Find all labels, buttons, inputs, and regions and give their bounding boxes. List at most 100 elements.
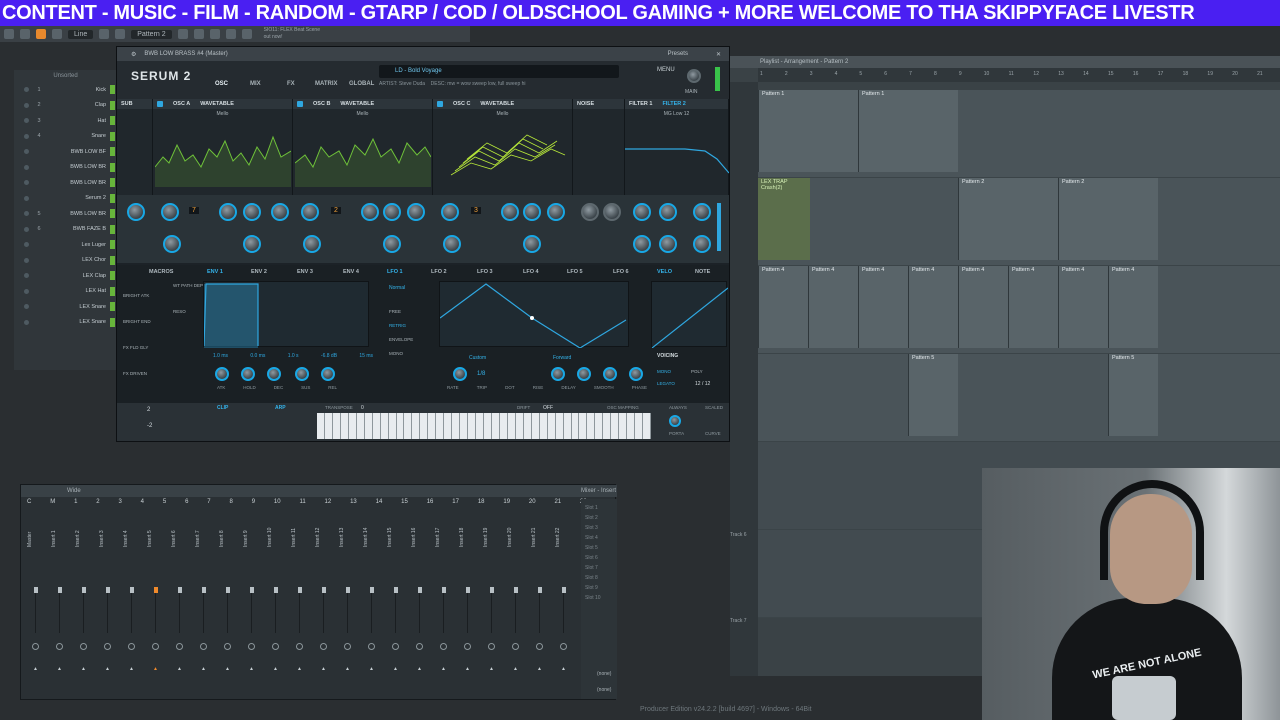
output-none-1[interactable]: (none) [597, 671, 611, 677]
channel-row[interactable]: LEX Clap [14, 268, 117, 284]
route-arrow-icon[interactable]: ▲ [57, 666, 69, 672]
voice-count[interactable]: 12 / 12 [695, 381, 710, 387]
osc-c-unison-value[interactable]: 3 [471, 207, 481, 214]
piano-key[interactable] [595, 413, 604, 439]
filter-fat-knob[interactable] [659, 235, 677, 253]
mixer-strip[interactable]: Insert 12 ▲ [315, 513, 333, 693]
channel-row[interactable]: 6 BWB FAZE B [14, 222, 117, 238]
mixer-strip[interactable]: Insert 7 ▲ [195, 513, 213, 693]
channel-row[interactable]: 3 Hat [14, 113, 117, 129]
channel-mute-led[interactable] [24, 226, 29, 232]
osc-c-wavetable[interactable]: Mello [433, 111, 572, 117]
tab-global[interactable]: GLOBAL [349, 81, 374, 87]
channel-mute-led[interactable] [24, 195, 29, 201]
playlist-lane-3[interactable]: Pattern 4 Pattern 4 Pattern 4 Pattern 4 … [758, 266, 1280, 354]
piano-key[interactable] [563, 413, 572, 439]
route-arrow-icon[interactable]: ▲ [345, 666, 357, 672]
tab-env3[interactable]: ENV 3 [297, 269, 313, 275]
channel-name-button[interactable]: LEX Hat [46, 288, 110, 294]
filter-type[interactable]: MG Low 12 [625, 111, 728, 117]
piano-key[interactable] [436, 413, 445, 439]
piano-key[interactable] [603, 413, 612, 439]
filter-cutoff-knob[interactable] [633, 203, 651, 221]
osc-b-blend-knob[interactable] [383, 203, 401, 221]
osc-c-type[interactable]: WAVETABLE [480, 99, 514, 109]
mixer-view-mode[interactable]: Wide [67, 488, 81, 494]
osc-a-warp-knob[interactable] [243, 235, 261, 253]
route-arrow-icon[interactable]: ▲ [465, 666, 477, 672]
piano-key[interactable] [348, 413, 357, 439]
osc-c-level-knob[interactable] [443, 235, 461, 253]
tab-macros[interactable]: MACROS [149, 269, 173, 275]
piano-key[interactable] [539, 413, 548, 439]
channel-rack-icon[interactable] [225, 29, 236, 39]
mixer-strip[interactable]: Master ▲ [27, 513, 45, 693]
pan-knob[interactable] [392, 643, 399, 650]
pan-knob[interactable] [128, 643, 135, 650]
channel-select-indicator[interactable] [110, 85, 115, 95]
osc-b-level-knob[interactable] [303, 235, 321, 253]
channel-select-indicator[interactable] [110, 271, 115, 281]
macro-3-label[interactable]: BRIGHT END [123, 309, 199, 335]
lfo-rate-value[interactable]: 1/8 [477, 371, 485, 377]
channel-name-button[interactable]: Snare [46, 133, 110, 139]
route-arrow-icon[interactable]: ▲ [81, 666, 93, 672]
route-arrow-icon[interactable]: ▲ [393, 666, 405, 672]
pitch-bend-up[interactable]: 2 [147, 407, 150, 413]
osc-a-blend-knob[interactable] [243, 203, 261, 221]
pattern-clip[interactable]: Pattern 4 [858, 266, 908, 348]
pattern-clip[interactable]: Pattern 4 [1108, 266, 1158, 348]
playlist-ruler[interactable]: 1 2 3 4 5 6 7 8 9 10 11 12 13 14 15 16 17 18 19 20 21 [758, 68, 1280, 82]
route-arrow-icon[interactable]: ▲ [273, 666, 285, 672]
piano-key[interactable] [523, 413, 532, 439]
master-volume-knob[interactable] [687, 69, 701, 83]
pattern-clip[interactable]: Pattern 5 [1108, 354, 1158, 436]
tab-lfo4[interactable]: LFO 4 [523, 269, 539, 275]
channel-mute-led[interactable] [24, 149, 29, 155]
pattern-clip[interactable]: Pattern 5 [908, 354, 958, 436]
insert-slot[interactable]: Slot 7 [585, 563, 613, 573]
piano-key[interactable] [507, 413, 516, 439]
pattern-clip[interactable]: Pattern 1 [758, 90, 858, 172]
filter-drive-knob[interactable] [633, 235, 651, 253]
pan-knob[interactable] [536, 643, 543, 650]
mixer-strip[interactable]: Insert 19 ▲ [483, 513, 501, 693]
osc-c-detune-knob[interactable] [501, 203, 519, 221]
osc-c-blend-knob[interactable] [523, 203, 541, 221]
mixer-strip[interactable]: Insert 15 ▲ [387, 513, 405, 693]
route-arrow-icon[interactable]: ▲ [225, 666, 237, 672]
osc-a-level-knob[interactable] [163, 235, 181, 253]
tab-note[interactable]: NOTE [695, 269, 710, 275]
channel-row[interactable]: BWB LOW BF [14, 144, 117, 160]
voicing-legato[interactable]: LEGATO [657, 381, 675, 386]
mixer-titlebar[interactable]: Wide Mixer - Insert [21, 485, 617, 497]
pattern-clip[interactable]: Pattern 1 [858, 90, 958, 172]
channel-row[interactable]: Lex Luger [14, 237, 117, 253]
lfo-retrig-option[interactable]: RETRIG [389, 319, 413, 333]
transpose-value[interactable]: 0 [361, 405, 364, 411]
mixer-strip[interactable]: Insert 2 ▲ [75, 513, 93, 693]
pan-knob[interactable] [416, 643, 423, 650]
osc-a-type[interactable]: WAVETABLE [200, 99, 234, 109]
lfo-phase-knob[interactable] [629, 367, 643, 381]
mixer-icon[interactable] [241, 29, 252, 39]
channel-rack-filter[interactable]: Unsorted [14, 70, 117, 82]
pattern-clip[interactable]: Pattern 4 [808, 266, 858, 348]
piano-key[interactable] [356, 413, 365, 439]
piano-key[interactable] [404, 413, 413, 439]
porta-scaled[interactable]: SCALED [705, 405, 723, 410]
route-arrow-icon[interactable]: ▲ [153, 666, 165, 672]
channel-select-indicator[interactable] [110, 131, 115, 141]
voicing-poly[interactable]: POLY [691, 369, 703, 374]
osc-b-detune-knob[interactable] [361, 203, 379, 221]
pattern-clip[interactable]: Pattern 4 [1008, 266, 1058, 348]
tab-lfo6[interactable]: LFO 6 [613, 269, 629, 275]
channel-select-indicator[interactable] [110, 286, 115, 296]
piano-key[interactable] [579, 413, 588, 439]
channel-select-indicator[interactable] [110, 193, 115, 203]
tab-env1[interactable]: ENV 1 [207, 269, 223, 275]
piano-key[interactable] [460, 413, 469, 439]
piano-key[interactable] [364, 413, 373, 439]
channel-row[interactable]: 1 Kick [14, 82, 117, 98]
voicing-mono[interactable]: MONO [657, 369, 671, 374]
